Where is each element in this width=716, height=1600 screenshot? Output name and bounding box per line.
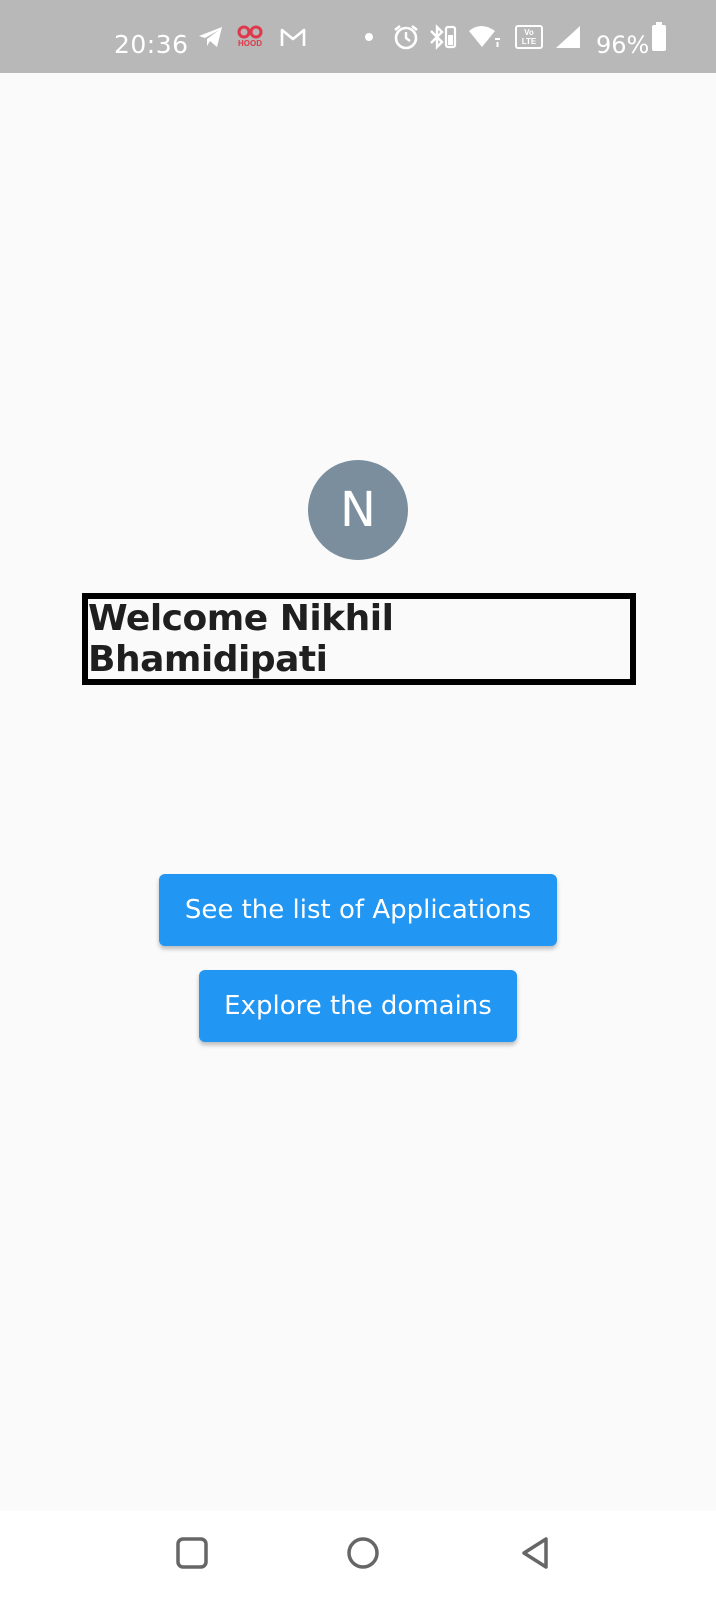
status-bar: 20:36 HOOD Vo LTE 96% <box>0 0 716 73</box>
hood-icon: HOOD <box>234 0 266 73</box>
status-time: 20:36 <box>114 30 189 59</box>
back-button[interactable] <box>495 1511 575 1600</box>
recents-icon <box>175 1536 209 1575</box>
navigation-bar <box>0 1511 716 1600</box>
volte-label: Vo LTE <box>515 24 543 49</box>
explore-domains-button[interactable]: Explore the domains <box>199 970 517 1042</box>
hood-label: HOOD <box>238 39 262 48</box>
welcome-text: Welcome Nikhil Bhamidipati <box>88 598 394 680</box>
main-content: N Welcome Nikhil Bhamidipati See the lis… <box>0 73 716 1511</box>
volte-icon: Vo LTE <box>514 0 544 73</box>
home-button[interactable] <box>323 1511 403 1600</box>
telegram-icon <box>196 0 226 73</box>
welcome-banner: Welcome Nikhil Bhamidipati <box>82 593 636 685</box>
back-icon <box>518 1535 552 1576</box>
gmail-icon <box>276 0 310 73</box>
explore-domains-label: Explore the domains <box>224 991 492 1021</box>
avatar-initial: N <box>340 482 376 538</box>
signal-icon <box>552 0 584 73</box>
wifi-icon <box>466 0 502 73</box>
alarm-icon <box>391 0 421 73</box>
dot-icon <box>363 0 375 73</box>
home-icon <box>345 1535 381 1576</box>
battery-percent: 96% <box>596 31 650 59</box>
avatar: N <box>308 460 408 560</box>
see-applications-button[interactable]: See the list of Applications <box>159 874 557 946</box>
bluetooth-icon <box>427 0 459 73</box>
recents-button[interactable] <box>152 1511 232 1600</box>
battery-icon <box>650 0 668 73</box>
see-applications-label: See the list of Applications <box>184 895 532 925</box>
